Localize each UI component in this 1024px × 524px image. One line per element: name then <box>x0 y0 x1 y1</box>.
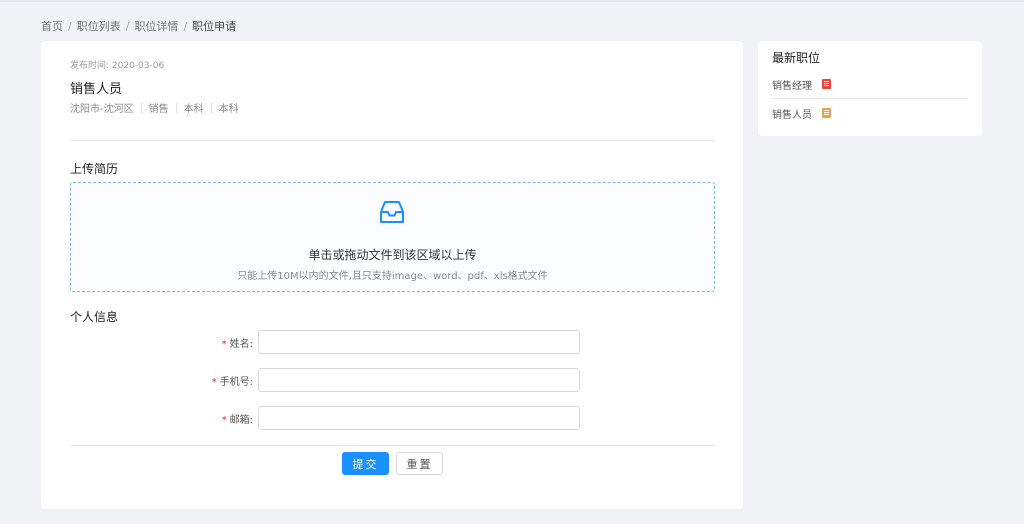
meta-divider <box>175 102 177 113</box>
submit-button[interactable]: 提交 <box>342 452 389 475</box>
name-label: * 姓名: <box>221 339 253 350</box>
upload-main-text: 单击或拖动文件到该区域以上传 <box>308 248 477 262</box>
email-input[interactable] <box>258 406 580 430</box>
application-card: 发布时间: 2020-03-06 销售人员 沈阳市-沈河区 销售 本科 本科 上… <box>41 41 743 509</box>
breadcrumb-separator: / <box>183 19 188 33</box>
breadcrumb-item-home[interactable]: 首页 <box>41 18 63 34</box>
latest-job-label: 销售人员 <box>772 109 812 121</box>
latest-jobs-title: 最新职位 <box>772 51 821 65</box>
form-row-name: * 姓名: <box>41 330 743 354</box>
hot-badge-icon <box>822 79 831 89</box>
resume-upload-dropzone[interactable]: 单击或拖动文件到该区域以上传 只能上传10M以内的文件,且只支持image、wo… <box>70 182 715 292</box>
latest-jobs-panel: 最新职位 销售经理 销售人员 <box>758 41 982 136</box>
phone-label: * 手机号: <box>211 377 253 388</box>
breadcrumb-item-job-detail[interactable]: 职位详情 <box>134 18 178 34</box>
job-degree: 本科 <box>218 104 239 115</box>
job-category: 销售 <box>148 104 169 115</box>
latest-job-item[interactable]: 销售经理 <box>772 71 968 97</box>
breadcrumb-separator: / <box>68 19 72 33</box>
job-title: 销售人员 <box>70 82 123 97</box>
breadcrumb-item-job-list[interactable]: 职位列表 <box>77 18 121 34</box>
phone-input[interactable] <box>258 368 580 392</box>
latest-job-label: 销售经理 <box>772 80 812 92</box>
divider <box>70 445 715 446</box>
job-meta: 沈阳市-沈河区 销售 本科 本科 <box>70 100 239 115</box>
required-mark: * <box>221 339 227 350</box>
top-border <box>0 0 1024 2</box>
personal-info-title: 个人信息 <box>70 310 119 324</box>
required-mark: * <box>211 377 217 388</box>
email-label: * 邮箱: <box>221 415 253 426</box>
form-row-phone: * 手机号: <box>41 368 743 392</box>
breadcrumb-item-current: 职位申请 <box>192 20 237 33</box>
breadcrumb: 首页 / 职位列表 / 职位详情 / 职位申请 <box>41 18 236 34</box>
reset-button[interactable]: 重置 <box>396 452 443 475</box>
divider <box>772 98 968 99</box>
meta-divider <box>140 102 142 113</box>
required-mark: * <box>221 415 227 426</box>
name-input[interactable] <box>258 330 580 354</box>
meta-divider <box>210 102 212 113</box>
inbox-icon <box>380 201 404 223</box>
breadcrumb-separator: / <box>125 19 130 33</box>
new-badge-icon <box>822 108 831 118</box>
latest-job-item[interactable]: 销售人员 <box>772 100 968 126</box>
job-education: 本科 <box>183 104 204 115</box>
upload-hint-text: 只能上传10M以内的文件,且只支持image、word、pdf、xls格式文件 <box>237 271 548 282</box>
divider <box>70 140 715 141</box>
publish-date: 发布时间: 2020-03-06 <box>70 61 165 71</box>
job-location: 沈阳市-沈河区 <box>70 104 134 115</box>
form-row-email: * 邮箱: <box>41 406 743 430</box>
upload-section-title: 上传简历 <box>70 162 119 176</box>
